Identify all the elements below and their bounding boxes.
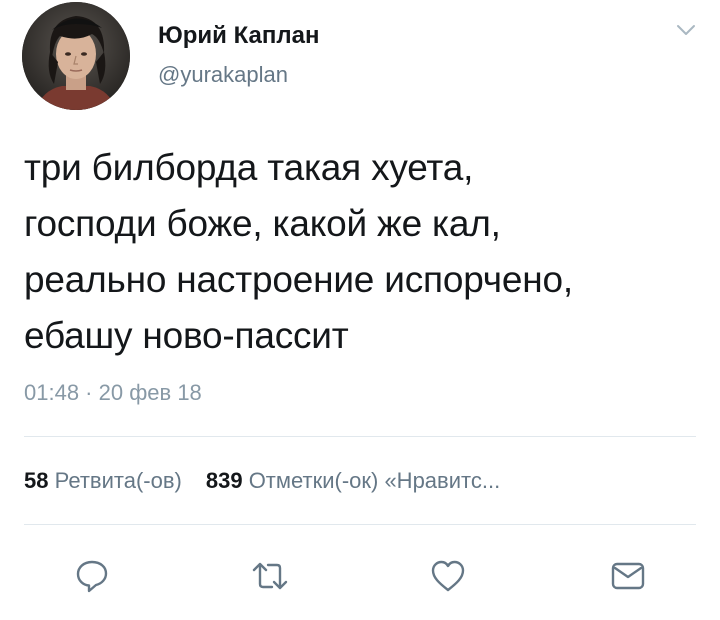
- tweet-stats: 58 Ретвита(-ов) 839 Отметки(-ок) «Нравитс…: [24, 468, 500, 494]
- likes-stat[interactable]: 839 Отметки(-ок) «Нравитс...: [206, 468, 500, 493]
- retweets-label: Ретвита(-ов): [54, 468, 182, 493]
- retweet-button[interactable]: [250, 556, 290, 596]
- reply-bubble-icon: [76, 560, 108, 593]
- avatar-photo: [22, 2, 130, 110]
- chevron-down-icon[interactable]: [674, 20, 698, 40]
- likes-count: 839: [205, 468, 243, 493]
- like-button[interactable]: [428, 556, 468, 596]
- tweet-text-line: ебашу ново-пассит: [24, 315, 349, 356]
- divider: [24, 524, 696, 525]
- reply-button[interactable]: [72, 556, 112, 596]
- retweets-count: 58: [24, 468, 49, 493]
- author-avatar[interactable]: [22, 2, 130, 110]
- divider: [24, 436, 696, 437]
- retweets-stat[interactable]: 58 Ретвита(-ов): [24, 468, 182, 493]
- message-button[interactable]: [608, 556, 648, 596]
- tweet-timestamp[interactable]: 01:48 · 20 фев 18: [24, 380, 202, 406]
- tweet-card: Юрий Каплан @yurakaplan три билборда так…: [0, 0, 720, 620]
- retweet-icon: [252, 562, 288, 590]
- envelope-icon: [611, 562, 645, 590]
- likes-label: Отметки(-ок) «Нравитс...: [248, 468, 501, 493]
- author-handle[interactable]: @yurakaplan: [158, 62, 288, 88]
- tweet-text-line: реально настроение испорчено,: [24, 259, 573, 300]
- author-name[interactable]: Юрий Каплан: [158, 22, 319, 50]
- heart-icon: [431, 560, 465, 592]
- tweet-text: три билборда такая хуета, господи боже, …: [24, 140, 704, 364]
- tweet-text-line: три билборда такая хуета,: [24, 147, 474, 188]
- tweet-text-line: господи боже, какой же кал,: [24, 203, 501, 244]
